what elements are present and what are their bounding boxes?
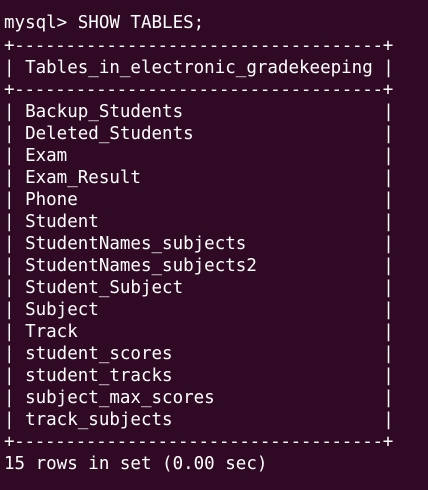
table-border-bottom: +------------------------------------+ [4, 432, 393, 452]
table-row: | Exam | [4, 146, 394, 166]
table-row: | subject_max_scores | [4, 388, 394, 408]
table-row: | Track | [4, 322, 394, 342]
table-row: | Backup_Students | [4, 102, 394, 122]
table-row: | track_subjects | [4, 410, 394, 430]
table-header: | Tables_in_electronic_gradekeeping | [4, 58, 394, 78]
table-row: | StudentNames_subjects2 | [4, 256, 394, 276]
table-row: | Exam_Result | [4, 168, 394, 188]
result-summary: 15 rows in set (0.00 sec) [4, 454, 268, 474]
table-row: | student_tracks | [4, 366, 394, 386]
table-row: | Student | [4, 212, 394, 232]
table-border-header: +------------------------------------+ [4, 80, 393, 100]
table-row: | student_scores | [4, 344, 394, 364]
table-row: | Deleted_Students | [4, 124, 394, 144]
table-row: | StudentNames_subjects | [4, 234, 394, 254]
table-row: | Student_Subject | [4, 278, 394, 298]
mysql-prompt-command: mysql> SHOW TABLES; [4, 13, 205, 33]
table-row: | Subject | [4, 300, 394, 320]
table-border-top: +------------------------------------+ [4, 36, 393, 56]
terminal-output: mysql> SHOW TABLES; +-------------------… [4, 0, 428, 490]
table-row: | Phone | [4, 190, 394, 210]
